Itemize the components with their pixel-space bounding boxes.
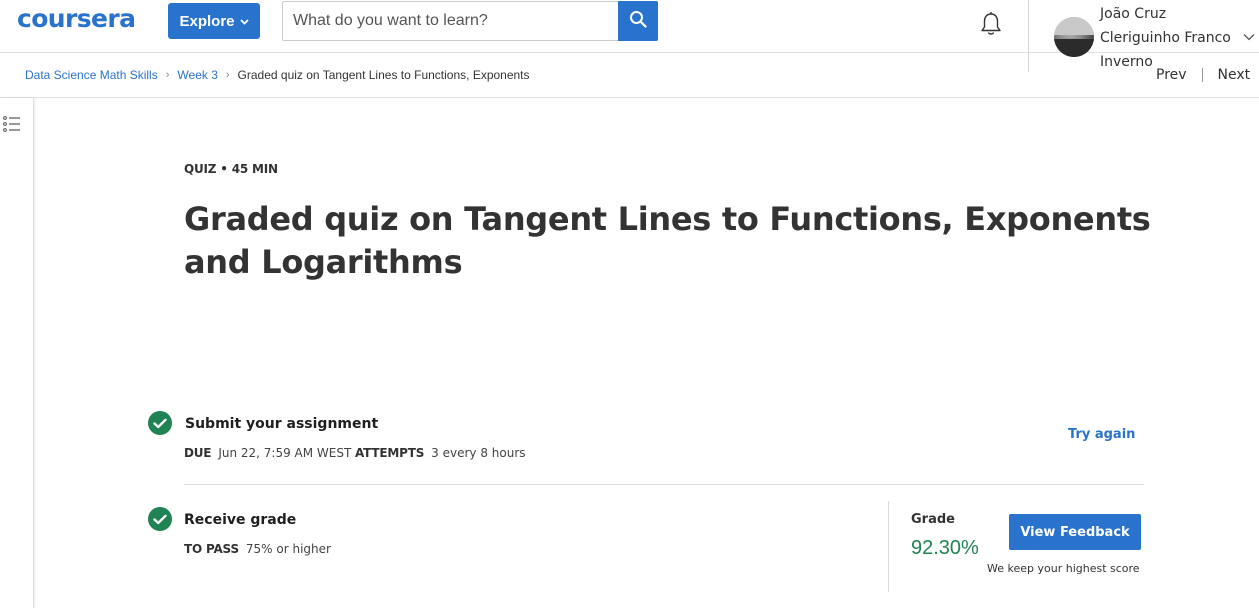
nav-divider [1201,68,1203,82]
to-pass-value: 75% or higher [245,542,331,556]
breadcrumb-current: Graded quiz on Tangent Lines to Function… [237,68,530,82]
chevron-down-icon [239,17,249,28]
attempts-label: ATTEMPTS [355,446,425,460]
side-rail [0,98,34,608]
prev-next-nav: Prev Next [1156,67,1250,83]
grade-value: 92.30% [911,537,979,559]
avatar-ground [1054,39,1094,57]
search-button[interactable] [618,1,658,41]
due-label: DUE [184,446,212,460]
check-icon [148,411,172,435]
breadcrumb-divider [0,97,1259,98]
breadcrumb-course[interactable]: Data Science Math Skills [25,68,158,82]
submit-assignment-title: Submit your assignment [185,416,379,432]
next-link[interactable]: Next [1218,67,1251,83]
bell-icon[interactable] [978,10,1004,38]
receive-grade-title: Receive grade [184,512,297,528]
prev-link[interactable]: Prev [1156,67,1187,83]
chevron-down-icon[interactable] [1243,28,1255,46]
try-again-link[interactable]: Try again [1068,427,1135,442]
due-value: Jun 22, 7:59 AM WEST [218,446,352,460]
section-divider [184,484,1144,485]
explore-label: Explore [179,12,235,30]
search-icon [629,10,647,33]
header-divider [1028,0,1029,72]
to-pass-info: TO PASS 75% or higher [184,542,331,556]
check-icon [148,507,172,531]
explore-button[interactable]: Explore [168,3,260,39]
to-pass-label: TO PASS [184,542,239,556]
search-input[interactable] [282,1,618,41]
coursera-logo[interactable]: coursera [17,4,136,33]
due-info: DUE Jun 22, 7:59 AM WEST [184,446,351,460]
attempts-value: 3 every 8 hours [431,446,526,460]
chevron-right-icon: › [165,69,170,81]
list-toggle-icon[interactable] [3,115,21,138]
avatar[interactable] [1054,17,1094,57]
highest-score-note: We keep your highest score [987,562,1140,575]
avatar-sky [1054,17,1094,35]
user-name[interactable]: João Cruz Cleriguinho Franco Inverno [1100,2,1232,74]
chevron-right-icon: › [225,69,230,81]
breadcrumb: Data Science Math Skills › Week 3 › Grad… [25,68,530,82]
attempts-info: ATTEMPTS 3 every 8 hours [355,446,526,460]
view-feedback-button[interactable]: View Feedback [1009,514,1141,550]
grade-divider [888,501,889,592]
grade-label: Grade [911,512,955,527]
breadcrumb-week[interactable]: Week 3 [177,68,217,82]
page-title: Graded quiz on Tangent Lines to Function… [184,200,1151,281]
quiz-meta: QUIZ • 45 MIN [184,162,278,176]
